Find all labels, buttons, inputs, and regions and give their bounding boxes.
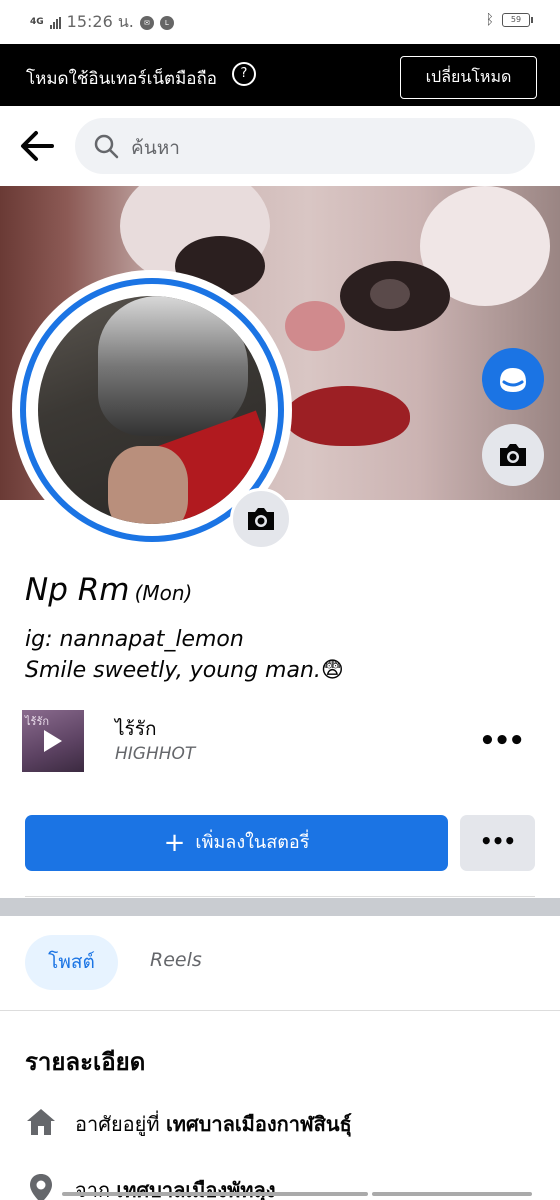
add-story-label: เพิ่มลงในสตอรี่ xyxy=(195,832,310,853)
messenger-icon: ✉ xyxy=(139,15,154,30)
search-placeholder: ค้นหา xyxy=(131,137,180,159)
cover-camera-button[interactable] xyxy=(482,424,544,486)
home-indicator[interactable] xyxy=(372,1192,532,1196)
lives-in-place[interactable]: เทศบาลเมืองกาฬสินธุ์ xyxy=(166,1112,352,1136)
location-pin-icon xyxy=(30,1174,52,1200)
music-more-icon[interactable]: ••• xyxy=(479,726,525,756)
tab-posts[interactable]: โพสต์ xyxy=(25,935,118,990)
camera-icon xyxy=(500,444,526,466)
album-art-text: ไร้รัก xyxy=(25,715,50,728)
search-icon xyxy=(94,134,119,159)
help-icon[interactable]: ? xyxy=(232,62,256,86)
avatar-face-icon xyxy=(500,368,526,392)
section-divider xyxy=(0,898,560,916)
add-to-story-button[interactable]: + เพิ่มลงในสตอรี่ xyxy=(25,815,448,871)
status-time: 15:26 น. xyxy=(66,12,134,31)
from-place[interactable]: เทศบาลเมืองพัทลุง xyxy=(116,1178,275,1200)
music-album-art[interactable]: ไร้รัก xyxy=(22,710,84,772)
network-type: 4G xyxy=(30,17,44,27)
back-arrow-icon[interactable] xyxy=(18,128,56,164)
music-artist: HIGHHOT xyxy=(115,744,196,764)
profile-alt-name: (Mon) xyxy=(134,581,193,605)
tab-reels[interactable]: Reels xyxy=(150,949,202,971)
data-mode-banner: โหมดใช้อินเทอร์เน็ตมือถือ ? เปลี่ยนโหมด xyxy=(0,44,560,106)
status-bar: 4G 15:26 น. ✉ L ᛒ 59 xyxy=(0,0,560,44)
bio-line: ig: nannapat_lemon xyxy=(25,627,244,652)
divider xyxy=(25,896,535,897)
bio-line: Smile sweetly, young man.😨 xyxy=(25,658,344,683)
profile-name-row: Np Rm (Mon) xyxy=(25,572,192,608)
music-title: ไร้รัก xyxy=(115,718,157,740)
profile-name: Np Rm xyxy=(25,572,130,608)
more-options-button[interactable]: ••• xyxy=(460,815,535,871)
details-heading: รายละเอียด xyxy=(25,1048,146,1076)
home-icon xyxy=(27,1109,55,1135)
profile-camera-button[interactable] xyxy=(230,488,292,550)
lives-in-prefix: อาศัยอยู่ที่ xyxy=(75,1112,160,1136)
search-header: ค้นหา xyxy=(0,106,560,186)
bluetooth-icon: ᛒ xyxy=(485,12,494,28)
switch-mode-button[interactable]: เปลี่ยนโหมด xyxy=(400,56,537,99)
profile-bio: ig: nannapat_lemon Smile sweetly, young … xyxy=(25,624,344,686)
battery-icon: 59 xyxy=(502,13,533,27)
play-icon[interactable] xyxy=(44,730,62,752)
line-app-icon: L xyxy=(159,15,174,30)
avatar-edit-button[interactable] xyxy=(482,348,544,410)
home-indicator[interactable] xyxy=(62,1192,368,1196)
camera-icon xyxy=(248,508,274,530)
search-input[interactable]: ค้นหา xyxy=(75,118,535,174)
profile-photo xyxy=(38,296,266,524)
mode-banner-text: โหมดใช้อินเทอร์เน็ตมือถือ xyxy=(26,69,218,89)
status-right: ᛒ 59 xyxy=(485,12,533,28)
divider xyxy=(0,1010,560,1011)
from-prefix: จาก xyxy=(75,1178,111,1200)
profile-music[interactable]: ไร้รัก ไร้รัก HIGHHOT ••• xyxy=(22,710,537,772)
plus-icon: + xyxy=(163,828,186,858)
status-left: 4G 15:26 น. ✉ L xyxy=(30,10,174,35)
signal-icon xyxy=(49,16,61,29)
